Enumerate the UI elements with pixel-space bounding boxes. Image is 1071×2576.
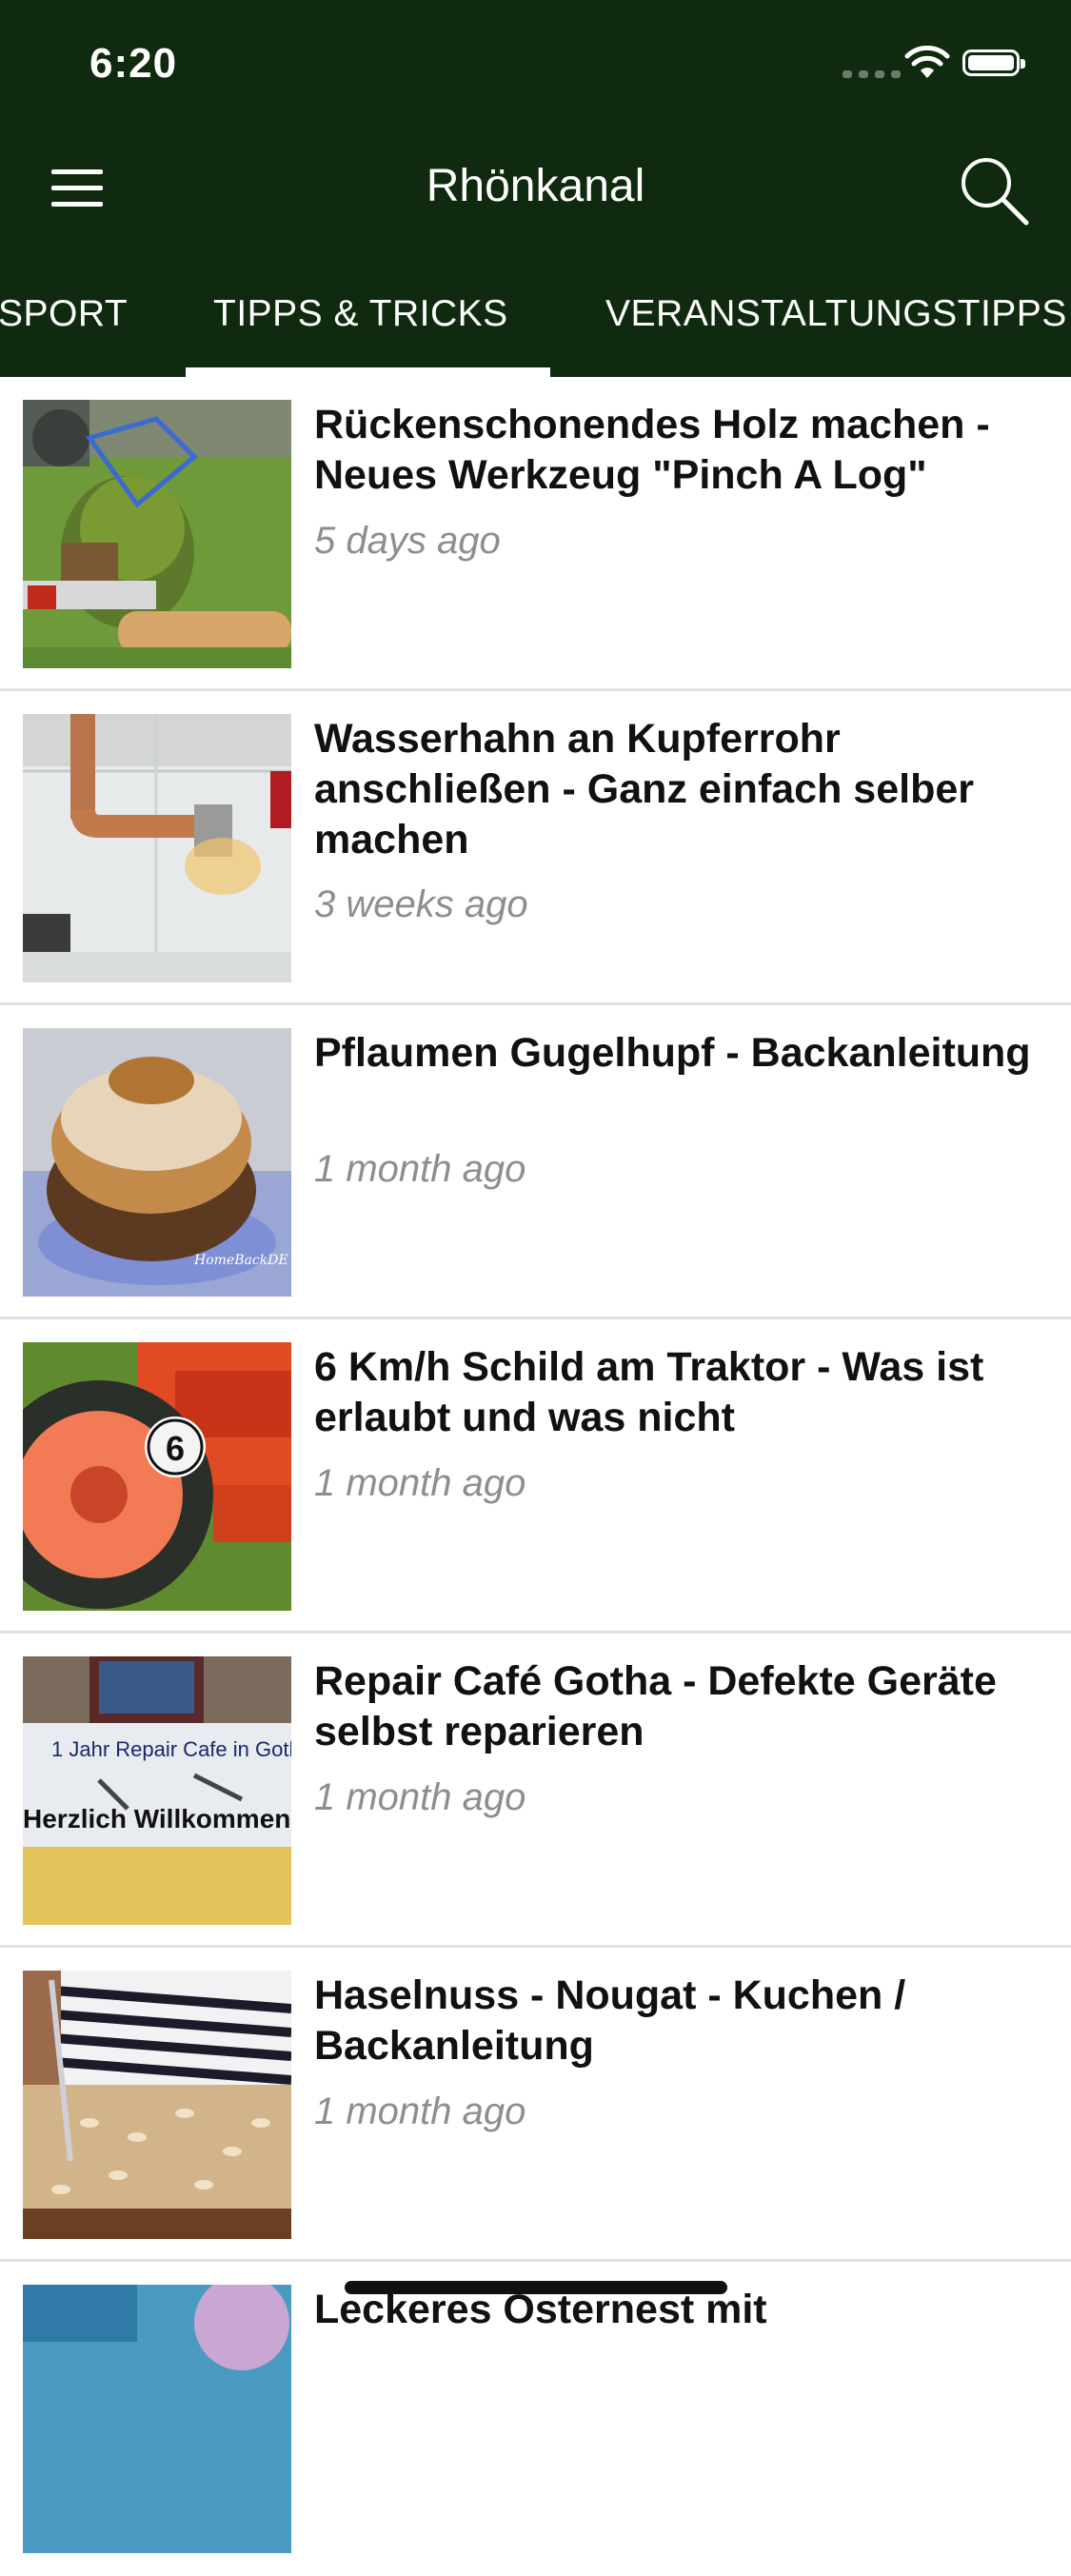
active-tab-indicator (186, 367, 550, 377)
article-timestamp: 1 month ago (314, 1148, 526, 1190)
article-thumbnail: 1 Jahr Repair Cafe in Gotha Herzlich Wil… (23, 1656, 291, 1925)
article-thumbnail: HomeBackDE (23, 1028, 291, 1297)
battery-icon (962, 50, 1025, 76)
status-time: 6:20 (89, 40, 178, 87)
list-item[interactable]: Leckeres Osternest mit (0, 2262, 1071, 2576)
thumbnail-sign-text: Herzlich Willkommen (23, 1804, 290, 1833)
search-icon[interactable] (958, 154, 1030, 227)
article-thumbnail (23, 400, 291, 668)
wifi-icon (904, 46, 950, 78)
thumbnail-watermark: HomeBackDE (193, 1253, 288, 1268)
tab-veranstaltungstipps[interactable]: VERANSTALTUNGSTIPPS (605, 293, 1067, 335)
category-tabs: SPORT TIPPS & TRICKS VERANSTALTUNGSTIPPS (0, 276, 1071, 377)
tab-tipps-tricks[interactable]: TIPPS & TRICKS (213, 293, 508, 335)
article-timestamp: 3 weeks ago (314, 883, 528, 925)
article-timestamp: 5 days ago (314, 520, 501, 562)
tab-sport[interactable]: SPORT (0, 293, 128, 335)
app-header: 6:20 Rhönkanal SPORT TIPPS & TRICKS VERA… (0, 0, 1071, 377)
list-item[interactable]: 1 Jahr Repair Cafe in Gotha Herzlich Wil… (0, 1634, 1071, 1948)
article-title: Repair Café Gotha - Defekte Geräte selbs… (314, 1658, 997, 1754)
article-thumbnail (23, 2285, 291, 2553)
thumbnail-plate-text: 6 (166, 1429, 185, 1468)
article-title: Haselnuss - Nougat - Kuchen / Backanleit… (314, 1972, 906, 2069)
cellular-signal-icon (843, 70, 901, 78)
article-title: Wasserhahn an Kupferrohr anschließen - G… (314, 716, 974, 862)
app-title: Rhönkanal (426, 161, 645, 211)
article-timestamp: 1 month ago (314, 2091, 526, 2132)
thumbnail-sign-text: 1 Jahr Repair Cafe in Gotha (51, 1737, 291, 1761)
article-thumbnail (23, 714, 291, 982)
article-thumbnail: 6 (23, 1342, 291, 1611)
list-item[interactable]: HomeBackDE Pflaumen Gugelhupf - Backanle… (0, 1005, 1071, 1319)
list-item[interactable]: Rückenschonendes Holz machen - Neues Wer… (0, 377, 1071, 691)
list-item[interactable]: Haselnuss - Nougat - Kuchen / Backanleit… (0, 1948, 1071, 2262)
article-title: 6 Km/h Schild am Traktor - Was ist erlau… (314, 1344, 984, 1440)
article-title: Pflaumen Gugelhupf - Backanleitung (314, 1030, 1031, 1076)
article-timestamp: 1 month ago (314, 1776, 526, 1818)
article-timestamp: 1 month ago (314, 1462, 526, 1504)
home-indicator[interactable] (345, 2281, 727, 2294)
article-title: Rückenschonendes Holz machen - Neues Wer… (314, 402, 990, 498)
list-item[interactable]: Wasserhahn an Kupferrohr anschließen - G… (0, 691, 1071, 1005)
article-thumbnail (23, 1971, 291, 2239)
list-item[interactable]: 6 6 Km/h Schild am Traktor - Was ist erl… (0, 1319, 1071, 1634)
